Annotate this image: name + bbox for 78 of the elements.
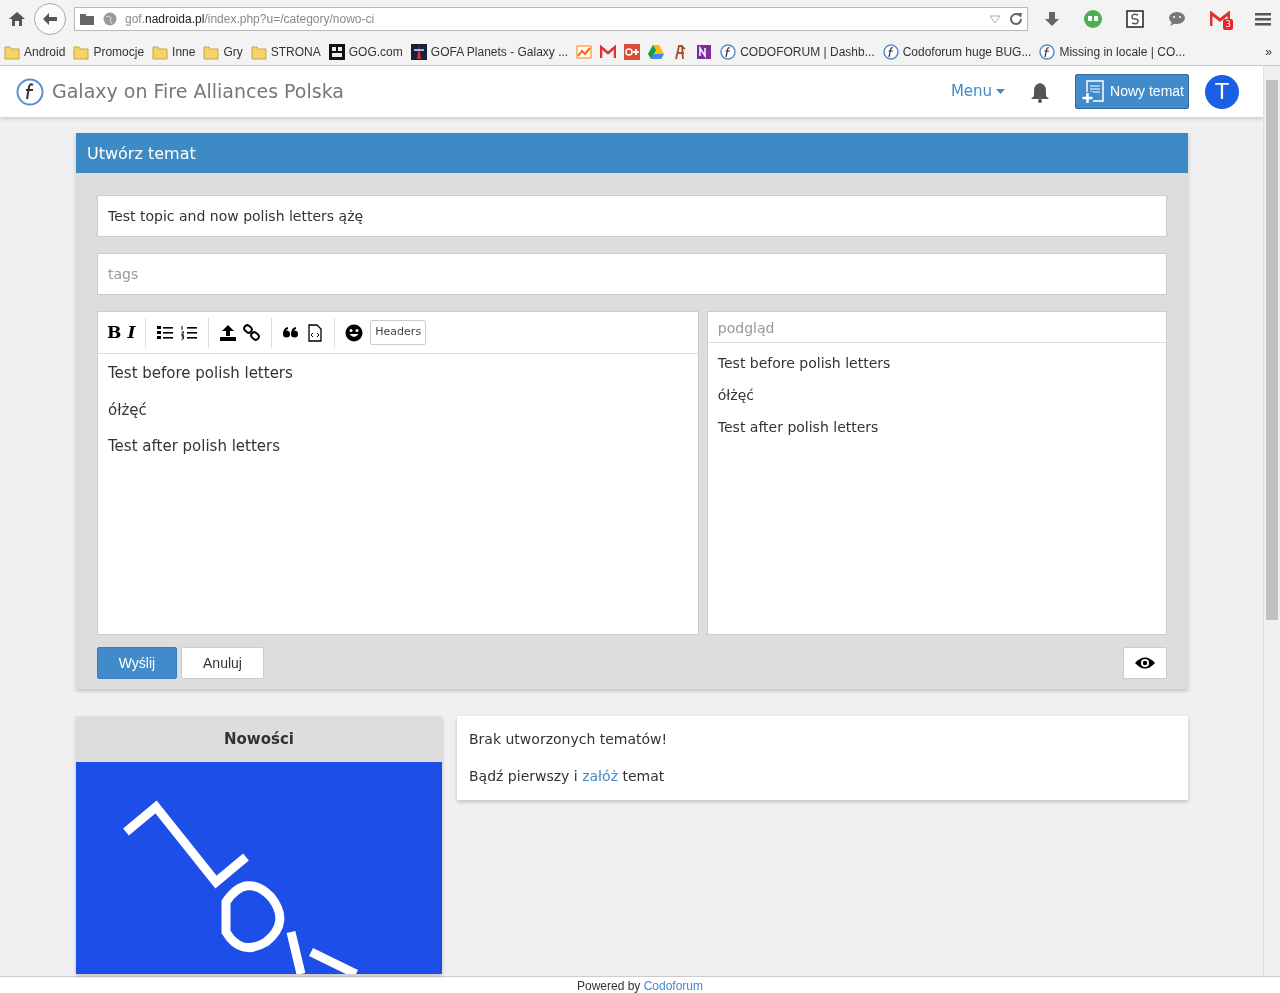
folder-icon xyxy=(250,43,267,60)
cancel-button[interactable]: Anuluj xyxy=(181,647,264,679)
gog-logo-icon xyxy=(328,43,345,60)
preview-text: Test before polish letters xyxy=(717,354,892,373)
new-topic-button[interactable]: Nowy temat xyxy=(1075,74,1189,109)
quote-bubble-icon[interactable] xyxy=(1084,10,1102,28)
tags-field[interactable]: tags xyxy=(97,253,1167,295)
download-icon[interactable] xyxy=(1044,11,1060,27)
f-circle-icon xyxy=(1039,43,1056,60)
smiley-icon[interactable] xyxy=(345,323,364,342)
folder-icon xyxy=(152,43,169,60)
upload-icon[interactable] xyxy=(219,323,238,342)
editor-field[interactable]: Test before polish letters ółżęć Test after polish letters xyxy=(98,354,698,634)
codoforum-link[interactable]: Codoforum xyxy=(643,979,704,993)
notebook-icon[interactable] xyxy=(696,43,713,60)
preview-text: Test after polish letters xyxy=(717,418,880,437)
document-plus-icon xyxy=(1080,78,1107,105)
reload-icon[interactable] xyxy=(1009,12,1023,26)
back-arrow-icon xyxy=(42,12,58,26)
footer-credit: Powered by Codoforum xyxy=(576,979,704,993)
menu-link[interactable]: Menu xyxy=(950,80,1006,103)
address-bar[interactable]: gof.nadroida.pl/index.php?u=/category/nowo-ci xyxy=(74,7,1028,31)
bold-button[interactable]: B xyxy=(104,324,125,341)
bookmark[interactable]: STRONA xyxy=(250,42,321,61)
panel-header: Utwórz temat xyxy=(76,133,1188,173)
sidebar-title: Nowości xyxy=(76,716,442,762)
notice-prompt: Bądź pierwszy i załóż temat xyxy=(469,767,666,786)
bookmark[interactable]: Android xyxy=(4,42,66,61)
preview-toggle-button[interactable] xyxy=(1123,647,1167,679)
back-button[interactable] xyxy=(34,3,66,35)
bookmark[interactable]: CODOFORUM | Dashb... xyxy=(720,42,875,61)
caret-icon xyxy=(996,89,1006,94)
create-topic-link[interactable]: załóż xyxy=(582,768,618,784)
folder-icon xyxy=(73,43,90,60)
notice-message: Brak utworzonych tematów! xyxy=(469,730,669,749)
site-title[interactable]: Galaxy on Fire Alliances Polska xyxy=(52,77,344,106)
scrollbar[interactable] xyxy=(1263,66,1280,976)
bell-icon[interactable] xyxy=(1029,80,1052,103)
f-circle-icon xyxy=(882,43,899,60)
notification-count: 3 xyxy=(1223,19,1233,30)
mail-icon[interactable] xyxy=(600,43,617,60)
submit-button[interactable]: Wyślij xyxy=(97,647,177,679)
f-circle-icon xyxy=(720,43,737,60)
trend-chart-icon[interactable] xyxy=(576,43,593,60)
preview-text: ółżęć xyxy=(717,386,755,405)
plus-square-icon[interactable] xyxy=(624,43,641,60)
bookmark[interactable]: GOG.com xyxy=(328,42,403,61)
game-icon xyxy=(410,43,427,60)
bookmark[interactable]: Promocje xyxy=(73,42,145,61)
f-circle-logo-icon xyxy=(16,77,44,106)
user-avatar[interactable]: T xyxy=(1205,74,1239,109)
bookmark[interactable]: Gry xyxy=(203,42,243,61)
mail-button[interactable]: 3 xyxy=(1210,11,1230,27)
menu-icon[interactable] xyxy=(1254,11,1272,27)
bookmark[interactable]: GOFA Planets - Galaxy ... xyxy=(410,42,569,61)
italic-button[interactable]: I xyxy=(124,324,139,341)
preview-label: podgląd xyxy=(707,312,1166,343)
chat-bubble-icon[interactable] xyxy=(1168,11,1186,27)
eye-icon xyxy=(1134,656,1156,670)
triangle-icon[interactable] xyxy=(648,43,665,60)
bookmark[interactable]: Codoforum huge BUG... xyxy=(882,42,1032,61)
headers-button[interactable]: Headers xyxy=(370,320,427,345)
chain-link-icon[interactable] xyxy=(243,323,262,342)
bookmark[interactable]: Inne xyxy=(152,42,196,61)
s-square-icon[interactable] xyxy=(1126,10,1144,28)
bullet-list-icon[interactable] xyxy=(156,323,175,342)
folder-icon xyxy=(4,43,20,60)
overflow-chevron[interactable]: » xyxy=(1265,42,1276,61)
url-text: gof.nadroida.pl/index.php?u=/category/nowo-ci xyxy=(125,11,376,28)
folder-icon xyxy=(203,43,220,60)
scroll-thumb[interactable] xyxy=(1266,80,1278,620)
code-file-icon[interactable] xyxy=(306,323,325,342)
home-icon[interactable] xyxy=(8,11,26,27)
numbered-list-icon[interactable] xyxy=(180,323,199,342)
title-field[interactable]: Test topic and now polish letters ążę xyxy=(97,195,1167,237)
bookmark[interactable]: Missing in locale | CO... xyxy=(1039,42,1186,61)
globe-icon xyxy=(103,12,117,26)
tabs-icon xyxy=(79,13,95,25)
